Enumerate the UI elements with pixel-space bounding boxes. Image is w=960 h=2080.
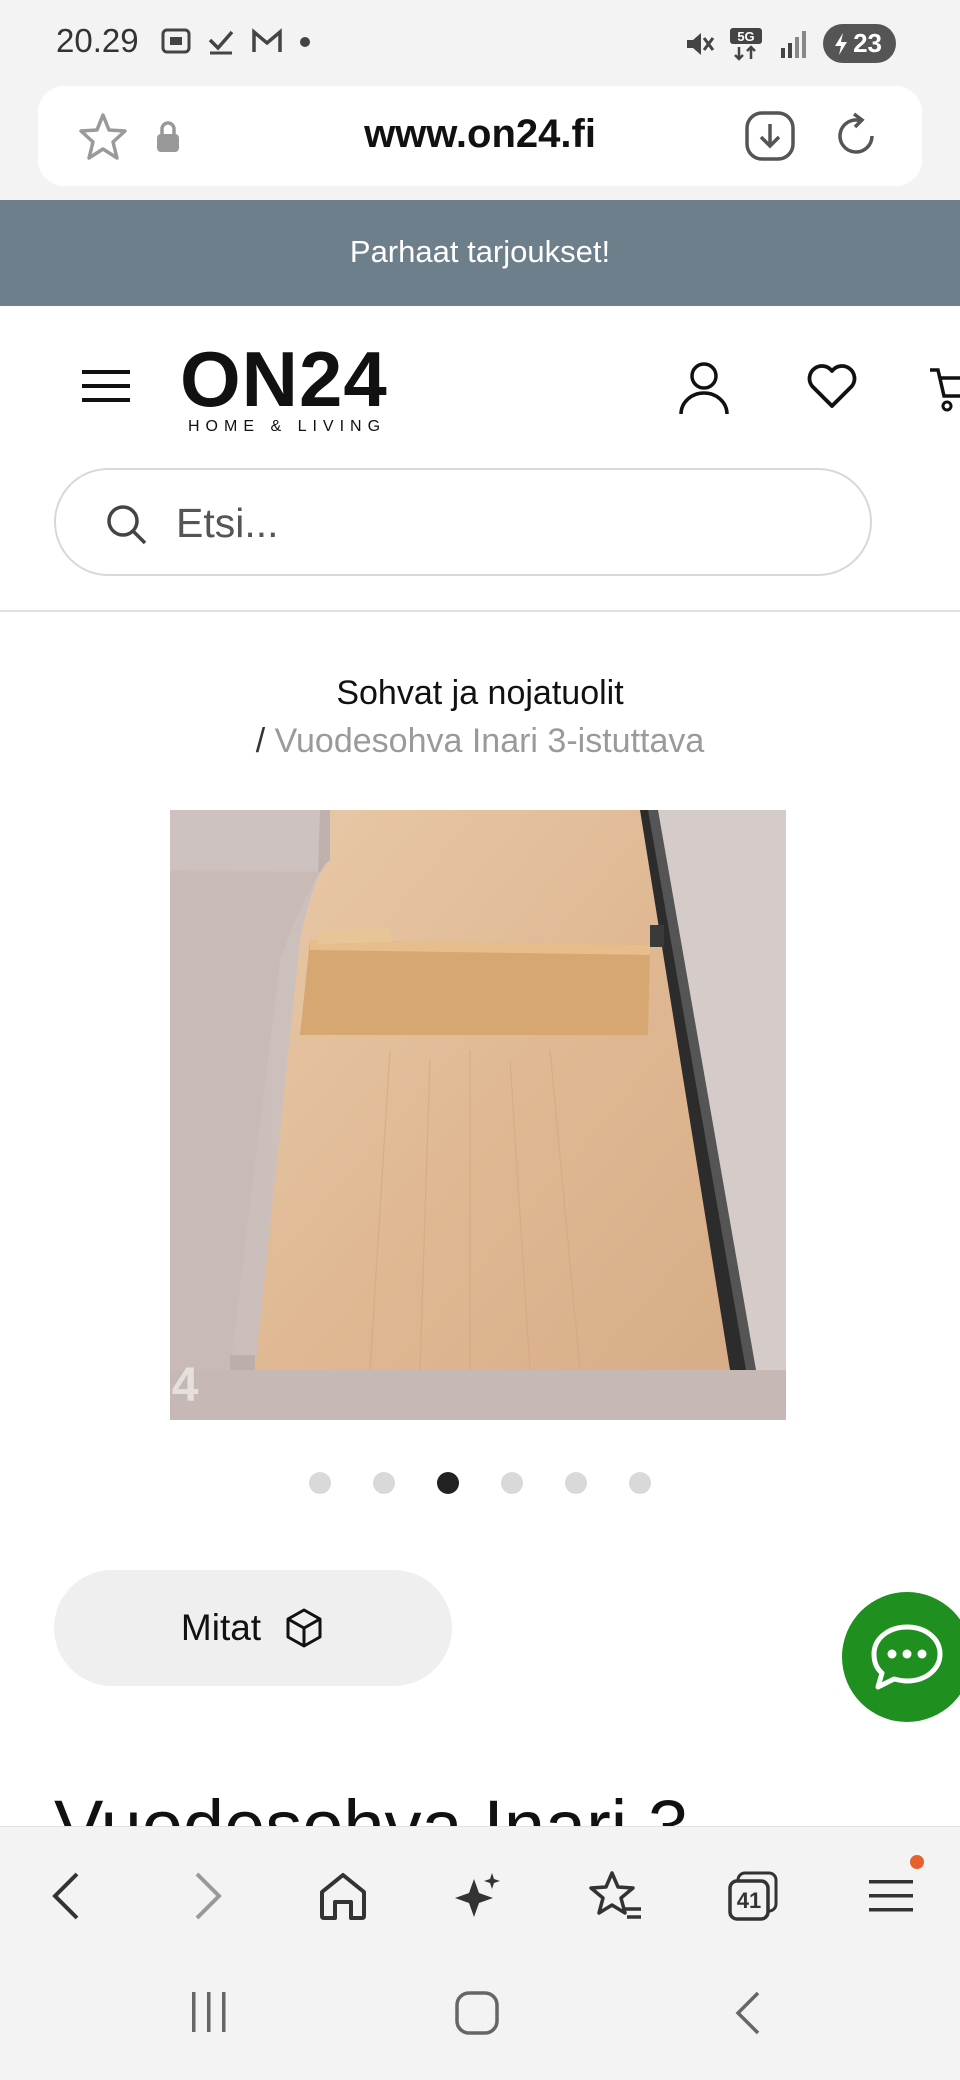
status-bar: 20.29 5G 23 xyxy=(0,0,960,84)
gallery-dot[interactable] xyxy=(629,1472,651,1494)
tabs-icon[interactable]: 41 xyxy=(718,1861,788,1931)
browser-menu-icon[interactable] xyxy=(856,1855,926,1931)
promo-banner[interactable]: Parhaat tarjoukset! xyxy=(0,200,960,306)
recent-apps-icon[interactable] xyxy=(186,1990,232,2039)
chat-icon xyxy=(871,1624,943,1690)
charging-icon xyxy=(835,32,848,55)
dimensions-button[interactable]: Mitat xyxy=(54,1570,452,1686)
header-divider xyxy=(0,610,960,612)
dimensions-label: Mitat xyxy=(180,1607,262,1648)
breadcrumb-parent[interactable]: Sohvat ja nojatuolit xyxy=(0,674,960,713)
logo-tagline: HOME & LIVING xyxy=(188,418,387,435)
breadcrumb-current: / Vuodesohva Inari 3-istuttava xyxy=(0,722,960,761)
battery-indicator: 23 xyxy=(823,24,896,63)
address-bar[interactable]: www.on24.fi xyxy=(38,86,922,186)
gallery-dot-active[interactable] xyxy=(437,1472,459,1494)
system-nav-bar xyxy=(0,1960,960,2080)
heart-icon[interactable] xyxy=(806,362,858,415)
download-icon[interactable] xyxy=(742,108,798,169)
gallery-pagination xyxy=(0,1472,960,1494)
site-logo[interactable]: ON24 HOME & LIVING xyxy=(180,340,388,436)
status-notification-icons xyxy=(160,26,312,56)
gallery-dot[interactable] xyxy=(373,1472,395,1494)
browser-toolbar: 41 xyxy=(0,1826,960,1961)
mute-icon xyxy=(687,32,715,55)
logo-text: ON24 xyxy=(180,335,388,423)
sparkle-icon[interactable] xyxy=(444,1861,514,1931)
gmail-icon xyxy=(252,28,282,52)
chat-button[interactable] xyxy=(842,1592,960,1722)
breadcrumb-current-label: Vuodesohva Inari 3-istuttava xyxy=(274,722,705,760)
notification-dot xyxy=(910,1855,924,1869)
gallery-dot[interactable] xyxy=(309,1472,331,1494)
gallery-dot[interactable] xyxy=(565,1472,587,1494)
screenshot-icon xyxy=(161,28,191,54)
signal-icon xyxy=(781,30,807,58)
promo-text[interactable]: Parhaat tarjoukset! xyxy=(0,234,960,270)
breadcrumb-separator: / xyxy=(255,722,266,760)
status-time: 20.29 xyxy=(56,22,139,59)
image-watermark: ON24 xyxy=(70,1359,200,1412)
menu-icon[interactable] xyxy=(82,368,132,409)
back-icon[interactable] xyxy=(32,1861,102,1931)
home-button-icon[interactable] xyxy=(454,1990,500,2041)
search-input[interactable] xyxy=(174,496,818,550)
dot-icon xyxy=(300,37,310,47)
reload-icon[interactable] xyxy=(828,108,884,169)
5g-icon: 5G xyxy=(730,27,763,61)
check-icon xyxy=(208,30,234,55)
gallery-dot[interactable] xyxy=(501,1472,523,1494)
search-icon[interactable] xyxy=(104,502,148,551)
tab-count: 41 xyxy=(737,1888,761,1913)
svg-text:5G: 5G xyxy=(737,29,754,44)
cart-icon[interactable] xyxy=(930,362,960,419)
bookmarks-icon[interactable] xyxy=(580,1861,650,1931)
account-icon[interactable] xyxy=(678,360,730,421)
home-icon[interactable] xyxy=(308,1861,378,1931)
product-image[interactable] xyxy=(170,810,786,1420)
search-bar[interactable] xyxy=(54,468,872,576)
cube-icon xyxy=(286,1608,322,1648)
web-page: ON24 HOME & LIVING Sohvat ja nojatuolit … xyxy=(0,306,960,1868)
status-system-icons: 5G 23 xyxy=(683,24,896,63)
forward-icon[interactable] xyxy=(172,1861,242,1931)
battery-level: 23 xyxy=(853,28,882,58)
nav-back-icon[interactable] xyxy=(730,1990,764,2041)
